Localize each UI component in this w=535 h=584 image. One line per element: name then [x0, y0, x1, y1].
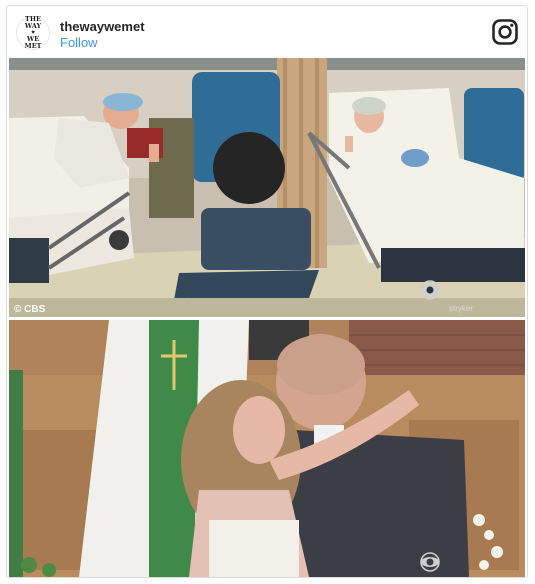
- follow-link[interactable]: Follow: [60, 35, 98, 50]
- hospital-scene: [9, 58, 525, 317]
- cbs-watermark: © CBS: [14, 304, 46, 315]
- instagram-embed-card: THE WAY ♥ WE MET thewaywemet Follow © CB…: [6, 5, 528, 578]
- avatar[interactable]: THE WAY ♥ WE MET: [16, 16, 50, 50]
- instagram-icon[interactable]: [492, 19, 518, 45]
- username-link[interactable]: thewaywemet: [60, 19, 145, 34]
- avatar-logo-line2: WE MET: [24, 35, 42, 50]
- post-header: THE WAY ♥ WE MET thewaywemet Follow: [7, 6, 527, 59]
- wedding-scene: [9, 320, 525, 577]
- wedding-photo[interactable]: [9, 320, 525, 577]
- cbs-eye-icon: [420, 280, 440, 300]
- hospital-photo[interactable]: © CBS stryker: [9, 58, 525, 317]
- cbs-eye-icon: [420, 552, 440, 572]
- bed-brand-label: stryker: [449, 304, 473, 313]
- avatar-logo-line1: THE WAY: [24, 15, 42, 30]
